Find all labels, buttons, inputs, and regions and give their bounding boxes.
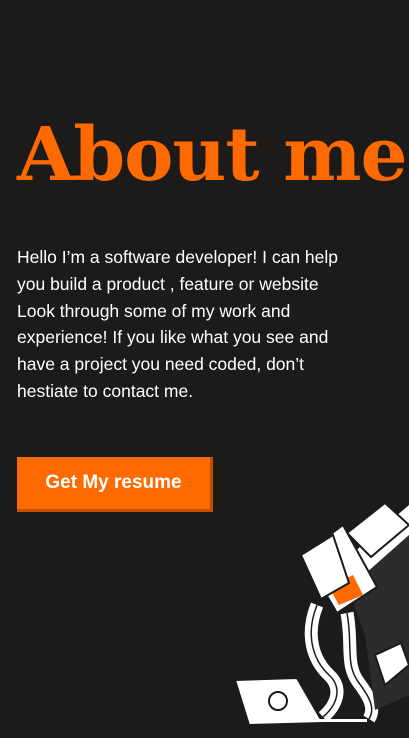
get-resume-button[interactable]: Get My resume	[17, 457, 213, 512]
intro-line: you build a product , feature or website	[17, 273, 319, 294]
developer-at-laptop-illustration	[233, 501, 409, 727]
intro-line: Look through some of my work and	[17, 300, 291, 321]
intro-paragraph: Hello I’m a software developer! I can he…	[17, 244, 389, 405]
intro-line: hestiate to contact me.	[17, 380, 194, 401]
intro-line: have a project you need coded, don’t	[17, 354, 305, 375]
intro-line: Hello I’m a software developer! I can he…	[17, 247, 338, 267]
page-title: About me	[17, 112, 408, 198]
intro-line: experience! If you like what you see and	[17, 327, 329, 348]
about-page: About me Hello I’m a software developer!…	[0, 0, 409, 738]
